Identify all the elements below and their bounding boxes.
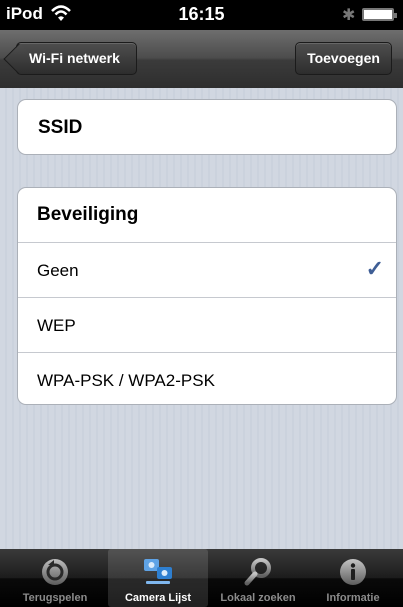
option-label: WPA-PSK / WPA2-PSK xyxy=(37,371,215,390)
info-icon xyxy=(340,559,366,585)
ssid-label: SSID xyxy=(38,117,83,138)
back-button-label: Wi-Fi netwerk xyxy=(29,50,120,66)
tab-bar: Terugspelen Camera Lijst Lokaal zoeken I… xyxy=(0,549,403,607)
checkmark-icon: ✓ xyxy=(365,256,384,281)
option-label: WEP xyxy=(37,316,76,335)
settings-content: SSID Beveiliging Geen ✓ WEP WPA-PSK / WP… xyxy=(0,88,403,549)
tab-label: Terugspelen xyxy=(22,592,88,604)
navigation-bar: Wi-Fi netwerk Toevoegen xyxy=(0,30,403,89)
status-bar: iPod 16:15 ✱ xyxy=(0,0,403,30)
security-option-wep[interactable]: WEP xyxy=(18,298,396,353)
tab-local-search[interactable]: Lokaal zoeken xyxy=(208,549,308,607)
security-group: Beveiliging Geen ✓ WEP WPA-PSK / WPA2-PS… xyxy=(17,187,397,405)
back-button[interactable]: Wi-Fi netwerk xyxy=(16,42,137,75)
tab-label: Camera Lijst xyxy=(124,592,192,604)
security-header-label: Beveiliging xyxy=(37,204,139,225)
camera-list-icon xyxy=(144,559,172,584)
tab-label: Lokaal zoeken xyxy=(220,592,296,604)
tab-information[interactable]: Informatie xyxy=(303,549,403,607)
tab-playback[interactable]: Terugspelen xyxy=(5,549,105,607)
tab-label: Informatie xyxy=(326,592,380,604)
security-option-geen[interactable]: Geen ✓ xyxy=(18,243,396,298)
option-label: Geen xyxy=(37,261,79,280)
add-button[interactable]: Toevoegen xyxy=(295,42,392,75)
ssid-field[interactable]: SSID xyxy=(17,99,397,155)
tab-camera-list[interactable]: Camera Lijst xyxy=(108,549,208,607)
bluetooth-icon: ✱ xyxy=(342,7,356,24)
battery-icon xyxy=(362,8,397,21)
search-icon xyxy=(244,558,271,586)
playback-icon xyxy=(42,559,68,585)
security-header: Beveiliging xyxy=(18,188,396,243)
security-option-wpa[interactable]: WPA-PSK / WPA2-PSK xyxy=(18,353,396,404)
